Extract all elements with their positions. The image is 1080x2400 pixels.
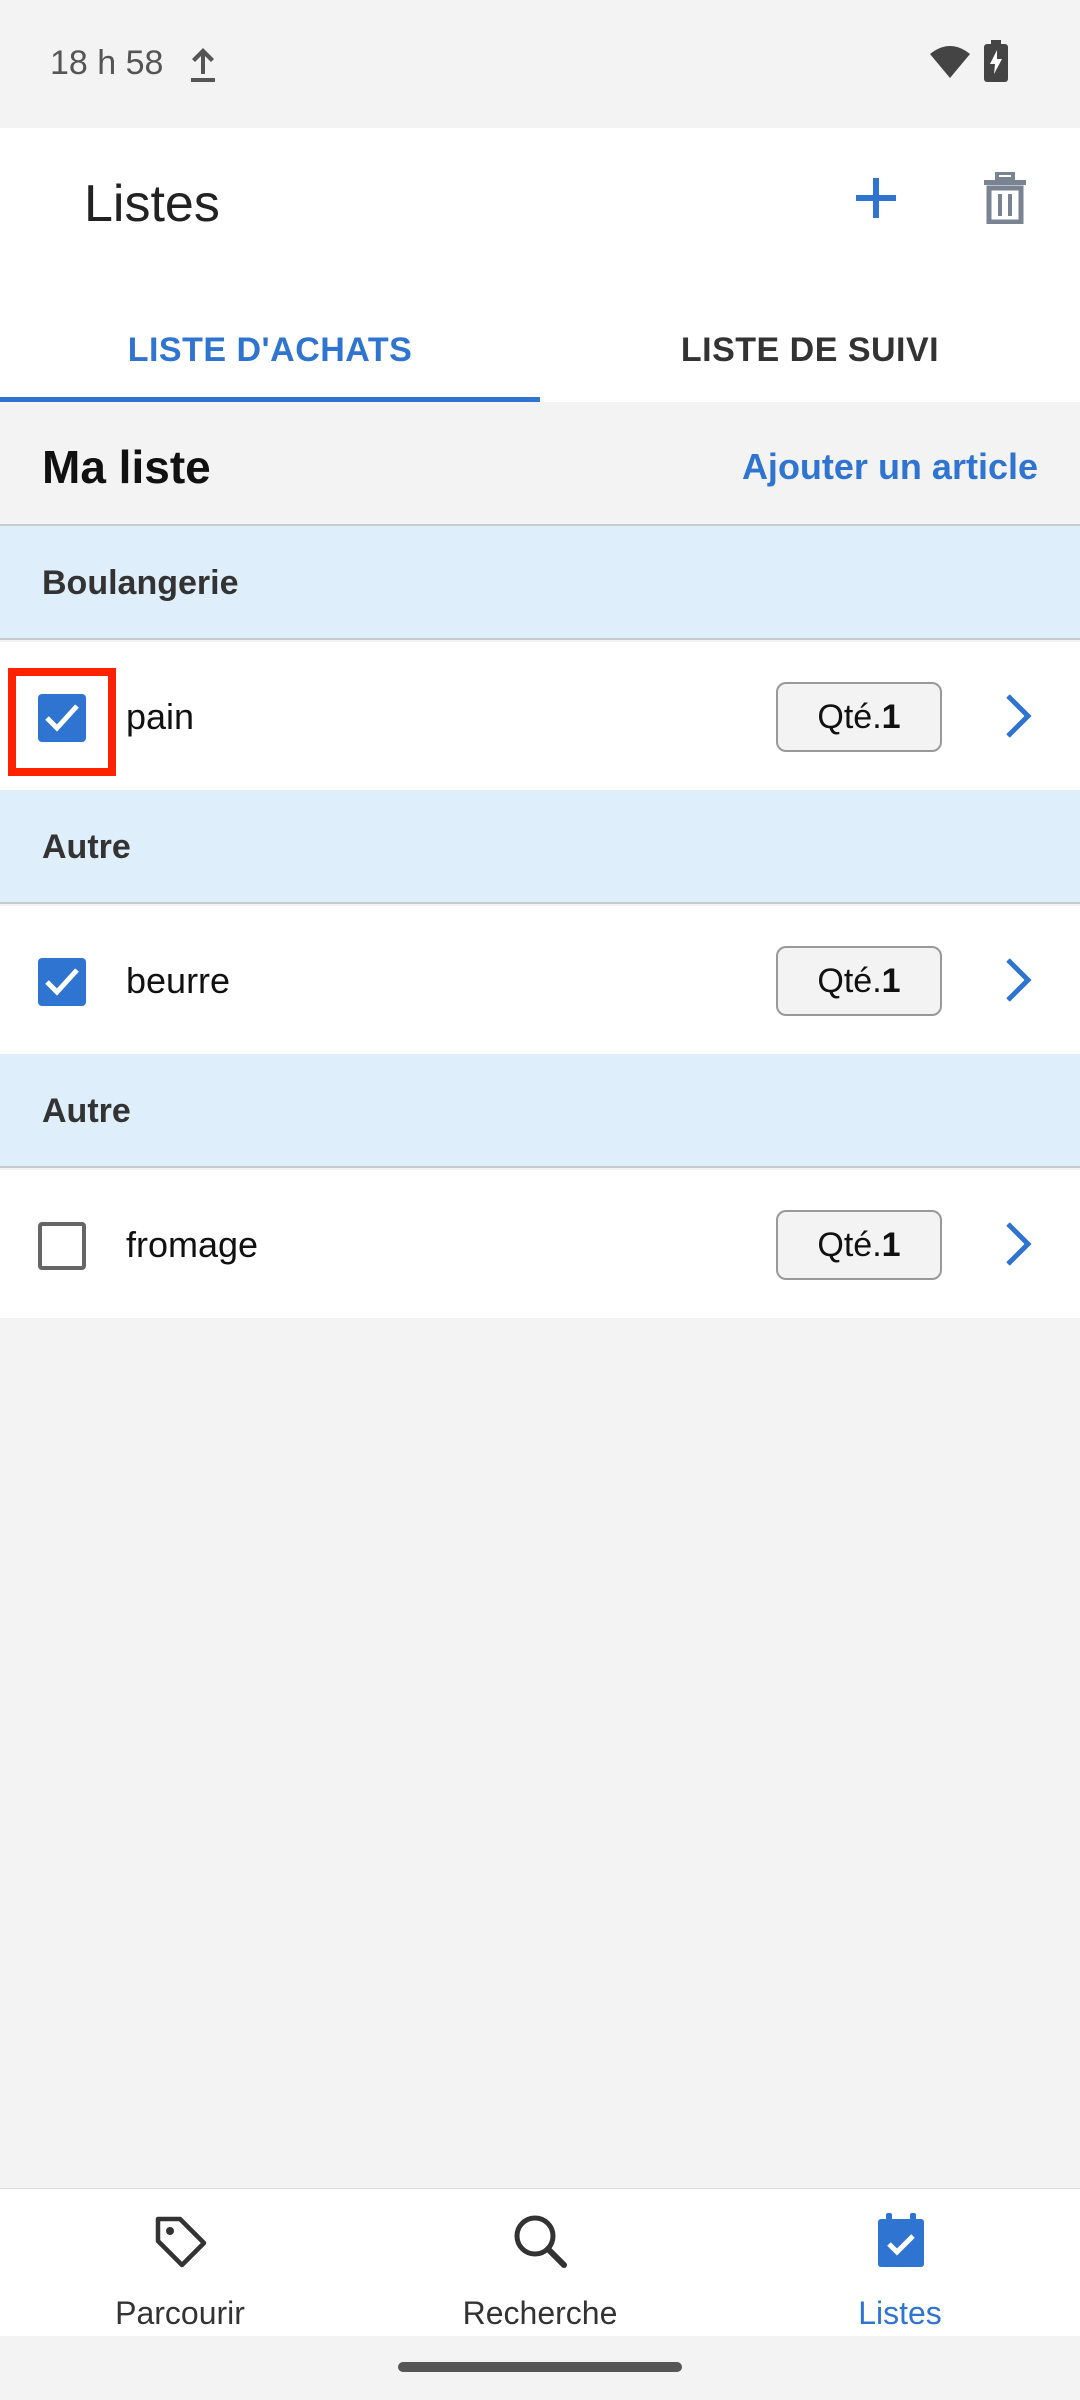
- list-title: Ma liste: [42, 441, 211, 493]
- app-bar: Listes LISTE D'ACHATS LISTE DE SUIVI: [0, 128, 1080, 402]
- upload-icon: [191, 48, 215, 82]
- quantity-value: 1: [881, 697, 901, 736]
- search-icon: [514, 2215, 567, 2268]
- item-name: fromage: [126, 1224, 259, 1265]
- nav-item-browse[interactable]: Parcourir: [0, 2189, 360, 2337]
- bottom-nav: Parcourir Recherche Listes: [0, 2188, 1080, 2336]
- chevron-right-icon[interactable]: [1000, 692, 1036, 740]
- section-label: Autre: [42, 828, 131, 866]
- section-header: Autre: [0, 1054, 1080, 1168]
- chevron-right-icon[interactable]: [1000, 1220, 1036, 1268]
- item-checkbox[interactable]: [38, 958, 86, 1006]
- status-bar: 18 h 58: [0, 0, 1080, 128]
- quantity-label: Qté.: [817, 1225, 882, 1264]
- nav-label: Listes: [858, 2295, 942, 2331]
- add-item-link[interactable]: Ajouter un article: [742, 446, 1038, 488]
- highlight-box: [8, 668, 116, 776]
- quantity-button[interactable]: Qté. 1: [776, 946, 942, 1016]
- quantity-label: Qté.: [817, 961, 882, 1000]
- wifi-icon: [930, 46, 970, 78]
- quantity-button[interactable]: Qté. 1: [776, 1210, 942, 1280]
- item-name: beurre: [126, 960, 231, 1001]
- battery-icon: [984, 40, 1008, 82]
- list-header: Ma liste Ajouter un article: [0, 402, 1080, 526]
- chevron-right-icon[interactable]: [1000, 956, 1036, 1004]
- home-indicator[interactable]: [398, 2362, 682, 2372]
- quantity-value: 1: [881, 1225, 901, 1264]
- tab-shopping-list[interactable]: LISTE D'ACHATS: [0, 298, 540, 402]
- status-time: 18 h 58: [50, 44, 164, 82]
- nav-item-search[interactable]: Recherche: [360, 2189, 720, 2337]
- nav-item-lists[interactable]: Listes: [720, 2189, 1080, 2337]
- tab-watch-list[interactable]: LISTE DE SUIVI: [540, 298, 1080, 402]
- check-icon: [45, 968, 79, 996]
- quantity-button[interactable]: Qté. 1: [776, 682, 942, 752]
- tag-icon: [155, 2216, 207, 2268]
- checklist-icon: [878, 2213, 924, 2267]
- section-header: Boulangerie: [0, 526, 1080, 640]
- trash-icon[interactable]: [982, 172, 1028, 224]
- item-checkbox[interactable]: [38, 1222, 86, 1270]
- page-title: Listes: [84, 175, 220, 233]
- list-item: pain Qté. 1: [0, 642, 1080, 790]
- tab-bar: LISTE D'ACHATS LISTE DE SUIVI: [0, 298, 1080, 402]
- section-header: Autre: [0, 790, 1080, 904]
- list-item: beurre Qté. 1: [0, 906, 1080, 1054]
- item-name: pain: [126, 696, 195, 737]
- add-icon[interactable]: [852, 174, 900, 222]
- section-label: Autre: [42, 1092, 131, 1130]
- list-item: fromage Qté. 1: [0, 1170, 1080, 1318]
- nav-label: Recherche: [462, 2295, 618, 2331]
- quantity-value: 1: [881, 961, 901, 1000]
- quantity-label: Qté.: [817, 697, 882, 736]
- section-label: Boulangerie: [42, 564, 239, 602]
- nav-label: Parcourir: [115, 2295, 245, 2331]
